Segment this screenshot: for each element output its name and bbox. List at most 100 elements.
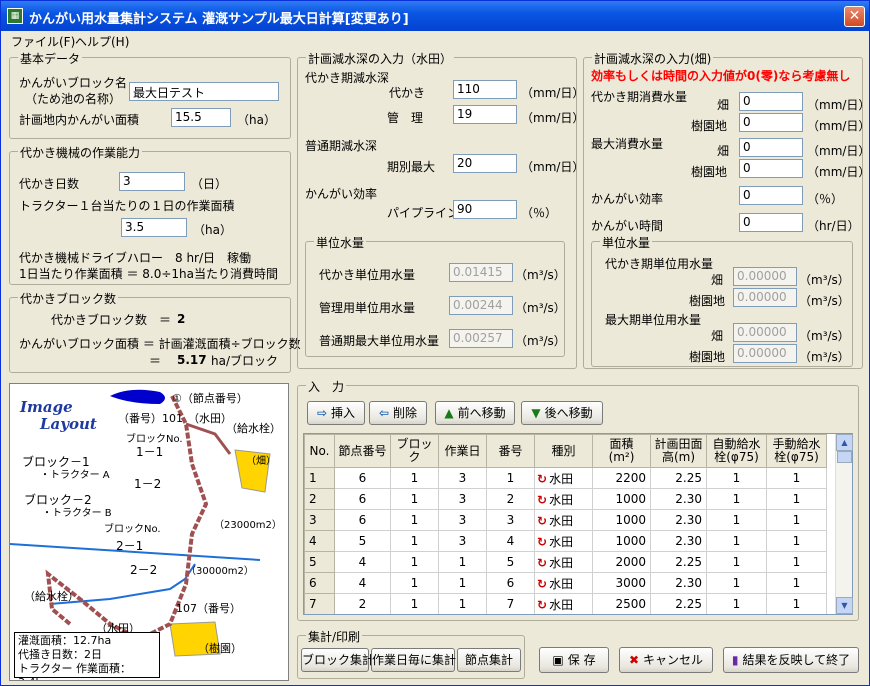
table-cell[interactable]: 1	[438, 593, 487, 614]
table-cell[interactable]: 1	[766, 509, 827, 531]
table-cell[interactable]: 2500	[592, 593, 651, 614]
paddy-pipe-input[interactable]: 90	[453, 200, 517, 219]
table-row[interactable]: 1 6 1 3 1 ↻ 水田 2200 2.25 1 1	[304, 467, 827, 489]
table-cell[interactable]: ↻ 水田	[534, 551, 593, 573]
field-hata-input-2[interactable]: 0	[739, 138, 803, 157]
close-button[interactable]: ✕	[844, 6, 865, 27]
table-cell[interactable]: 1	[706, 509, 767, 531]
field-hata-input-1[interactable]: 0	[739, 92, 803, 111]
table-cell[interactable]: 1	[390, 572, 439, 594]
table-cell[interactable]: 1	[766, 467, 827, 489]
scroll-thumb[interactable]	[837, 451, 852, 463]
block-name-input[interactable]: 最大日テスト	[129, 82, 279, 101]
table-cell[interactable]: 1	[390, 551, 439, 573]
table-cell[interactable]: 1000	[592, 488, 651, 510]
apply-exit-button[interactable]: ▮ 結果を反映して終了	[723, 647, 859, 673]
table-cell[interactable]: 1	[390, 467, 439, 489]
workday-total-button[interactable]: 作業日毎に集計	[371, 648, 456, 672]
insert-button[interactable]: ⇨ 挿入	[307, 401, 365, 425]
move-up-button[interactable]: ▲ 前へ移動	[435, 401, 515, 425]
menu-file[interactable]: ファイル(F)	[11, 33, 75, 50]
menu-help[interactable]: ヘルプ(H)	[75, 33, 129, 50]
table-cell[interactable]: 6	[334, 509, 391, 531]
field-time-input[interactable]: 0	[739, 213, 803, 232]
node-total-button[interactable]: 節点集計	[457, 648, 521, 672]
table-cell[interactable]: ↻ 水田	[534, 593, 593, 614]
table-cell[interactable]: 2.25	[650, 467, 707, 489]
table-cell[interactable]: 3	[438, 488, 487, 510]
move-down-button[interactable]: ▼ 後へ移動	[521, 401, 603, 425]
table-cell[interactable]: 1	[706, 530, 767, 552]
table-cell[interactable]: 3	[438, 509, 487, 531]
table-cell[interactable]: 6	[486, 572, 535, 594]
table-cell[interactable]: ↻ 水田	[534, 467, 593, 489]
table-row[interactable]: 3 6 1 3 3 ↻ 水田 1000 2.30 1 1	[304, 509, 827, 531]
table-cell[interactable]: 1	[438, 551, 487, 573]
table-cell[interactable]: 1	[766, 572, 827, 594]
table-cell[interactable]: ↻ 水田	[534, 530, 593, 552]
puddling-days-input[interactable]: 3	[119, 172, 185, 191]
grid-scrollbar[interactable]: ▲ ▼	[835, 434, 853, 614]
table-cell[interactable]: 1	[390, 509, 439, 531]
table-cell[interactable]: 1000	[592, 530, 651, 552]
field-orchard-input-2[interactable]: 0	[739, 159, 803, 178]
table-cell[interactable]: 1	[766, 551, 827, 573]
table-cell[interactable]: 5	[334, 530, 391, 552]
table-cell[interactable]: 1000	[592, 509, 651, 531]
table-row[interactable]: 7 2 1 1 7 ↻ 水田 2500 2.25 1 1	[304, 593, 827, 614]
table-cell[interactable]: 1	[706, 467, 767, 489]
table-cell[interactable]: ↻ 水田	[534, 572, 593, 594]
table-cell[interactable]: ↻ 水田	[534, 509, 593, 531]
table-cell[interactable]: 2.25	[650, 551, 707, 573]
table-cell[interactable]: 1	[766, 593, 827, 614]
table-cell[interactable]: 1	[486, 467, 535, 489]
table-row[interactable]: 4 5 1 3 4 ↻ 水田 1000 2.30 1 1	[304, 530, 827, 552]
table-cell[interactable]: 7	[486, 593, 535, 614]
table-cell[interactable]: 3	[438, 467, 487, 489]
delete-button[interactable]: ⇦ 削除	[369, 401, 427, 425]
table-cell[interactable]: 1	[390, 593, 439, 614]
table-cell[interactable]: 2.30	[650, 530, 707, 552]
scroll-down-icon[interactable]: ▼	[836, 597, 853, 614]
table-row[interactable]: 5 4 1 1 5 ↻ 水田 2000 2.25 1 1	[304, 551, 827, 573]
table-cell[interactable]: 1	[706, 593, 767, 614]
field-orchard-input-1[interactable]: 0	[739, 113, 803, 132]
table-cell[interactable]: 1	[390, 488, 439, 510]
paddy-daikaki-input[interactable]: 110	[453, 80, 517, 99]
table-cell[interactable]: 1	[766, 488, 827, 510]
tractor-area-input[interactable]: 3.5	[121, 218, 187, 237]
paddy-kanri-input[interactable]: 19	[453, 105, 517, 124]
table-cell[interactable]: 2000	[592, 551, 651, 573]
table-row[interactable]: 6 4 1 1 6 ↻ 水田 3000 2.30 1 1	[304, 572, 827, 594]
table-cell[interactable]: 3000	[592, 572, 651, 594]
table-cell[interactable]: 1	[438, 572, 487, 594]
table-cell[interactable]: 3	[486, 509, 535, 531]
table-cell[interactable]: 4	[486, 530, 535, 552]
table-cell[interactable]: ↻ 水田	[534, 488, 593, 510]
table-cell[interactable]: 1	[390, 530, 439, 552]
table-cell[interactable]: 1	[706, 551, 767, 573]
table-cell[interactable]: 2	[334, 593, 391, 614]
table-cell[interactable]: 2200	[592, 467, 651, 489]
block-total-button[interactable]: ブロック集計	[301, 648, 374, 672]
table-cell[interactable]: 5	[486, 551, 535, 573]
table-cell[interactable]: 4	[334, 551, 391, 573]
table-cell[interactable]: 2.30	[650, 572, 707, 594]
cancel-button[interactable]: ✖ キャンセル	[619, 647, 713, 673]
table-cell[interactable]: 1	[706, 572, 767, 594]
table-cell[interactable]: 4	[334, 572, 391, 594]
table-cell[interactable]: 6	[334, 467, 391, 489]
table-cell[interactable]: 6	[334, 488, 391, 510]
data-grid[interactable]: No. 節点番号 ブロック 作業日 番号 種別 面積 (m²) 計画田面 高(m) 自動給水 栓…	[303, 433, 853, 615]
table-cell[interactable]: 2.30	[650, 509, 707, 531]
table-cell[interactable]: 3	[438, 530, 487, 552]
irrigation-area-input[interactable]: 15.5	[171, 108, 231, 127]
save-button[interactable]: ▣ 保 存	[539, 647, 609, 673]
field-efficiency-input[interactable]: 0	[739, 186, 803, 205]
scroll-up-icon[interactable]: ▲	[836, 434, 853, 451]
table-cell[interactable]: 1	[706, 488, 767, 510]
paddy-max-input[interactable]: 20	[453, 154, 517, 173]
table-cell[interactable]: 1	[766, 530, 827, 552]
table-cell[interactable]: 2.30	[650, 488, 707, 510]
table-cell[interactable]: 2.25	[650, 593, 707, 614]
